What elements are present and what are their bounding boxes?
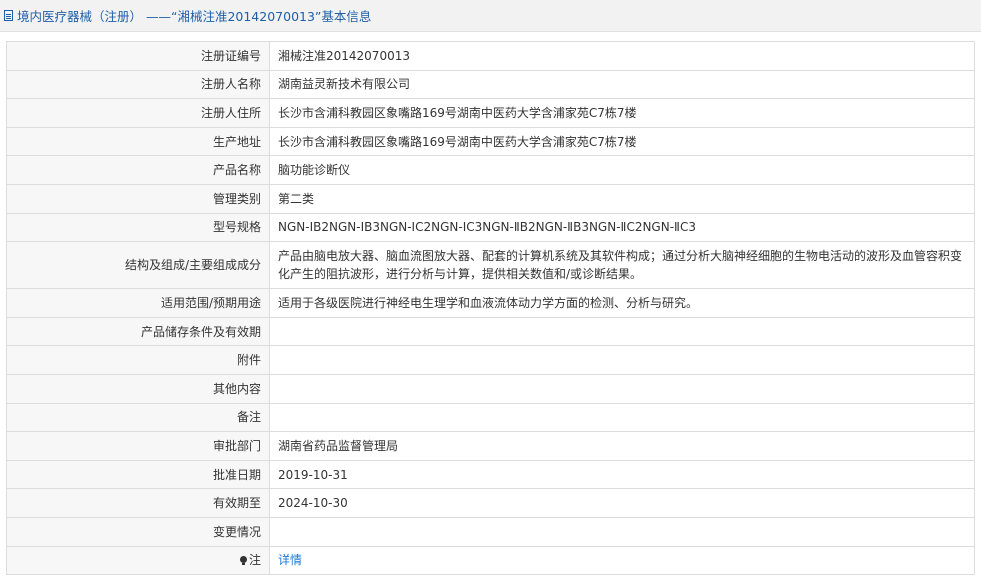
field-label: 结构及组成/主要组成成分 bbox=[6, 241, 270, 290]
field-label: 审批部门 bbox=[6, 431, 270, 461]
table-row: 其他内容 bbox=[6, 373, 975, 404]
field-value: 产品由脑电放大器、脑血流图放大器、配套的计算机系统及其软件构成；通过分析大脑神经… bbox=[269, 241, 975, 290]
field-label: 附件 bbox=[6, 345, 270, 375]
table-row: 适用范围/预期用途 适用于各级医院进行神经电生理学和血液流体动力学方面的检测、分… bbox=[6, 288, 975, 318]
table-row: 生产地址 长沙市含浦科教园区象嘴路169号湖南中医药大学含浦家苑C7栋7楼 bbox=[6, 126, 975, 157]
field-value: 长沙市含浦科教园区象嘴路169号湖南中医药大学含浦家苑C7栋7楼 bbox=[269, 126, 975, 157]
page-header: 境内医疗器械（注册） ——“湘械注准20142070013”基本信息 bbox=[0, 0, 981, 32]
field-value: 2019-10-31 bbox=[269, 459, 975, 490]
field-label: 注册人住所 bbox=[6, 98, 270, 128]
table-row: 注册人住所 长沙市含浦科教园区象嘴路169号湖南中医药大学含浦家苑C7栋7楼 bbox=[6, 98, 975, 128]
field-label: 生产地址 bbox=[6, 126, 270, 157]
field-label: 其他内容 bbox=[6, 373, 270, 404]
field-value: 适用于各级医院进行神经电生理学和血液流体动力学方面的检测、分析与研究。 bbox=[269, 288, 975, 318]
field-label: 批准日期 bbox=[6, 459, 270, 490]
field-label: 适用范围/预期用途 bbox=[6, 288, 270, 318]
table-row: 备注 bbox=[6, 402, 975, 433]
note-value-cell: 详情 bbox=[269, 545, 975, 576]
field-value: 长沙市含浦科教园区象嘴路169号湖南中医药大学含浦家苑C7栋7楼 bbox=[269, 98, 975, 128]
field-value: 2024-10-30 bbox=[269, 488, 975, 518]
info-table: 注册证编号 湘械注准20142070013 注册人名称 湖南益灵新技术有限公司 … bbox=[6, 41, 975, 576]
field-value bbox=[269, 345, 975, 375]
field-label: 有效期至 bbox=[6, 488, 270, 518]
table-row: 批准日期 2019-10-31 bbox=[6, 459, 975, 490]
field-label: 变更情况 bbox=[6, 516, 270, 547]
field-label: 备注 bbox=[6, 402, 270, 433]
field-value: 第二类 bbox=[269, 183, 975, 214]
field-label: 产品储存条件及有效期 bbox=[6, 316, 270, 347]
field-value: 湖南省药品监督管理局 bbox=[269, 431, 975, 461]
field-label: 注册人名称 bbox=[6, 69, 270, 100]
field-value bbox=[269, 516, 975, 547]
table-row: 产品名称 脑功能诊断仪 bbox=[6, 155, 975, 185]
field-label: 型号规格 bbox=[6, 212, 270, 243]
page-title: 境内医疗器械（注册） ——“湘械注准20142070013”基本信息 bbox=[17, 9, 372, 24]
field-value bbox=[269, 373, 975, 404]
table-row: 注册人名称 湖南益灵新技术有限公司 bbox=[6, 69, 975, 100]
field-value: NGN-IB2NGN-IB3NGN-IC2NGN-IC3NGN-ⅡB2NGN-Ⅱ… bbox=[269, 212, 975, 243]
table-row: 型号规格 NGN-IB2NGN-IB3NGN-IC2NGN-IC3NGN-ⅡB2… bbox=[6, 212, 975, 243]
details-link[interactable]: 详情 bbox=[278, 553, 302, 567]
table-row: 有效期至 2024-10-30 bbox=[6, 488, 975, 518]
table-row: 结构及组成/主要组成成分 产品由脑电放大器、脑血流图放大器、配套的计算机系统及其… bbox=[6, 241, 975, 290]
table-row: 附件 bbox=[6, 345, 975, 375]
lightbulb-icon bbox=[239, 556, 247, 566]
field-label: 产品名称 bbox=[6, 155, 270, 185]
note-label: 注 bbox=[248, 553, 261, 568]
table-row: 注册证编号 湘械注准20142070013 bbox=[6, 41, 975, 71]
field-value: 脑功能诊断仪 bbox=[269, 155, 975, 185]
note-row: 注 详情 bbox=[6, 545, 975, 576]
field-value: 湘械注准20142070013 bbox=[269, 41, 975, 71]
info-table-wrapper: 注册证编号 湘械注准20142070013 注册人名称 湖南益灵新技术有限公司 … bbox=[6, 41, 975, 576]
document-icon bbox=[4, 10, 13, 21]
table-row: 变更情况 bbox=[6, 516, 975, 547]
field-value bbox=[269, 402, 975, 433]
note-label-cell: 注 bbox=[6, 545, 270, 576]
table-row: 管理类别 第二类 bbox=[6, 183, 975, 214]
field-label: 注册证编号 bbox=[6, 41, 270, 71]
field-label: 管理类别 bbox=[6, 183, 270, 214]
field-value bbox=[269, 316, 975, 347]
table-row: 审批部门 湖南省药品监督管理局 bbox=[6, 431, 975, 461]
field-value: 湖南益灵新技术有限公司 bbox=[269, 69, 975, 100]
table-row: 产品储存条件及有效期 bbox=[6, 316, 975, 347]
